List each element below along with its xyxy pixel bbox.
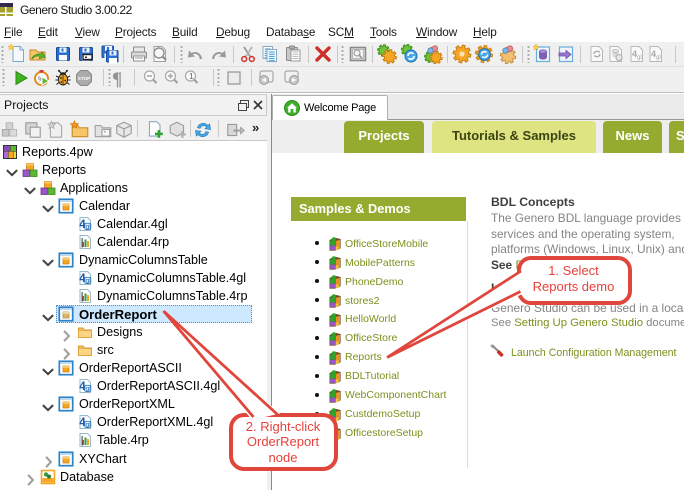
- svg-text:¶: ¶: [112, 69, 122, 88]
- svg-text:1: 1: [189, 71, 194, 81]
- svg-text:STOP: STOP: [78, 76, 90, 81]
- svg-text:gl: gl: [86, 223, 92, 230]
- svg-text:gl: gl: [637, 55, 642, 61]
- svg-text:gl: gl: [86, 422, 92, 429]
- svg-text:gl: gl: [86, 277, 92, 284]
- svg-text:gl: gl: [86, 386, 92, 393]
- svg-text:*: *: [104, 130, 107, 137]
- svg-text:gl: gl: [656, 55, 661, 61]
